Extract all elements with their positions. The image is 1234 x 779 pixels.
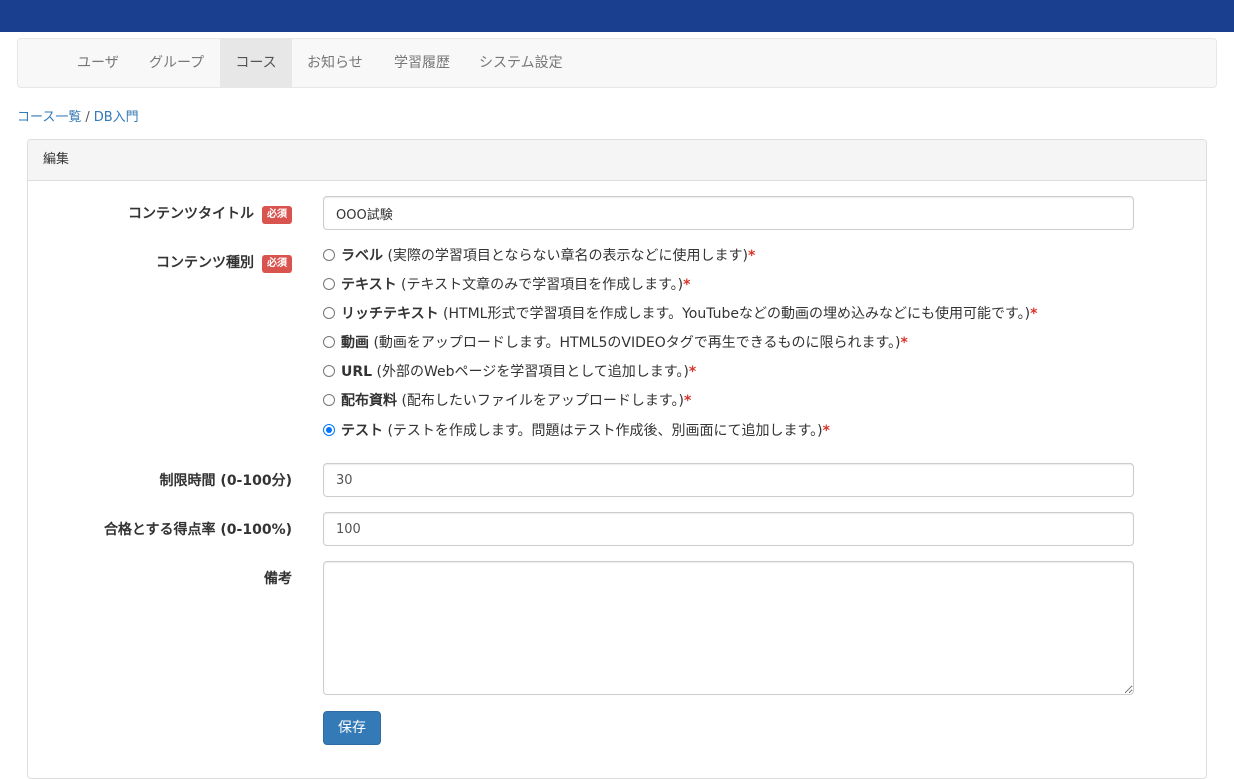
breadcrumb-current-link[interactable]: DB入門: [94, 110, 139, 125]
option-description: (テキスト文章のみで学習項目を作成します。): [396, 277, 684, 293]
pass-rate-input[interactable]: [323, 512, 1134, 546]
pass-rate-label: 合格とする得点率 (0-100%): [103, 522, 292, 538]
content-type-option-file[interactable]: 配布資料 (配布したいファイルをアップロードします。)*: [323, 390, 691, 412]
content-type-option-test[interactable]: テスト (テストを作成します。問題はテスト作成後、別画面にて追加します。)*: [323, 420, 830, 442]
option-description: (テストを作成します。問題はテスト作成後、別画面にて追加します。): [383, 423, 823, 439]
breadcrumb-course-list-link[interactable]: コース一覧: [17, 110, 81, 125]
option-description: (配布したいファイルをアップロードします。): [397, 393, 684, 409]
required-badge: 必須: [262, 255, 292, 273]
nav-item-history[interactable]: 学習履歴: [380, 39, 464, 87]
radio-button[interactable]: [323, 365, 335, 377]
breadcrumb: コース一覧 / DB入門: [17, 108, 139, 128]
nav-item-courses[interactable]: コース: [220, 39, 292, 87]
content-type-option-text[interactable]: テキスト (テキスト文章のみで学習項目を作成します。)*: [323, 274, 690, 296]
content-type-option-label[interactable]: ラベル (実際の学習項目とならない章名の表示などに使用します)*: [323, 245, 755, 267]
edit-panel: 編集 コンテンツタイトル必須 コンテンツ種別必須 ラベル (実際の学習項目となら…: [27, 139, 1207, 779]
required-badge: 必須: [262, 206, 292, 224]
radio-button-selected[interactable]: [323, 424, 335, 436]
save-button[interactable]: 保存: [323, 711, 381, 745]
required-asterisk: *: [683, 393, 692, 409]
option-name: 動画: [341, 335, 369, 351]
option-name: 配布資料: [341, 393, 397, 409]
nav-item-notices[interactable]: お知らせ: [293, 39, 377, 87]
content-type-option-video[interactable]: 動画 (動画をアップロードします。HTML5のVIDEOタグで再生できるものに限…: [323, 332, 908, 354]
required-asterisk: *: [688, 364, 697, 380]
radio-button[interactable]: [323, 394, 335, 406]
radio-button[interactable]: [323, 278, 335, 290]
option-name: ラベル: [341, 248, 383, 264]
radio-button[interactable]: [323, 336, 335, 348]
main-nav: ユーザ グループ コース お知らせ 学習履歴 システム設定: [17, 38, 1217, 88]
radio-button[interactable]: [323, 307, 335, 319]
radio-button[interactable]: [323, 249, 335, 261]
content-type-option-url[interactable]: URL (外部のWebページを学習項目として追加します。)*: [323, 361, 696, 383]
breadcrumb-separator: /: [85, 110, 90, 125]
time-limit-input[interactable]: [323, 463, 1134, 497]
option-name: URL: [341, 364, 373, 380]
option-description: (動画をアップロードします。HTML5のVIDEOタグで再生できるものに限られま…: [369, 335, 901, 351]
required-asterisk: *: [822, 423, 830, 439]
nav-item-settings[interactable]: システム設定: [465, 39, 577, 87]
content-type-label: コンテンツ種別: [156, 255, 254, 271]
option-description: (実際の学習項目とならない章名の表示などに使用します): [383, 248, 748, 264]
option-name: テキスト: [341, 277, 397, 293]
title-label: コンテンツタイトル: [128, 206, 254, 222]
option-description: (HTML形式で学習項目を作成します。YouTubeなどの動画の埋め込みなどにも…: [438, 306, 1031, 322]
content-type-label-row: コンテンツ種別 必須: [156, 252, 292, 273]
notes-label: 備考: [264, 571, 292, 587]
notes-textarea[interactable]: [323, 561, 1134, 695]
title-input[interactable]: [323, 196, 1134, 230]
option-name: リッチテキスト: [341, 306, 439, 322]
required-asterisk: *: [683, 277, 691, 293]
title-label-row: コンテンツタイトル 必須: [128, 203, 292, 224]
nav-item-users[interactable]: ユーザ: [63, 39, 133, 87]
top-header-bar: [0, 0, 1234, 32]
content-type-option-richtext[interactable]: リッチテキスト (HTML形式で学習項目を作成します。YouTubeなどの動画の…: [323, 303, 1037, 325]
option-description: (外部のWebページを学習項目として追加します。): [372, 364, 689, 380]
required-asterisk: *: [900, 335, 908, 351]
time-limit-label: 制限時間 (0-100分): [159, 473, 292, 489]
nav-item-groups[interactable]: グループ: [135, 39, 218, 87]
option-name: テスト: [341, 423, 383, 439]
required-asterisk: *: [747, 248, 756, 264]
required-asterisk: *: [1030, 306, 1038, 322]
panel-heading: 編集: [28, 140, 1206, 181]
